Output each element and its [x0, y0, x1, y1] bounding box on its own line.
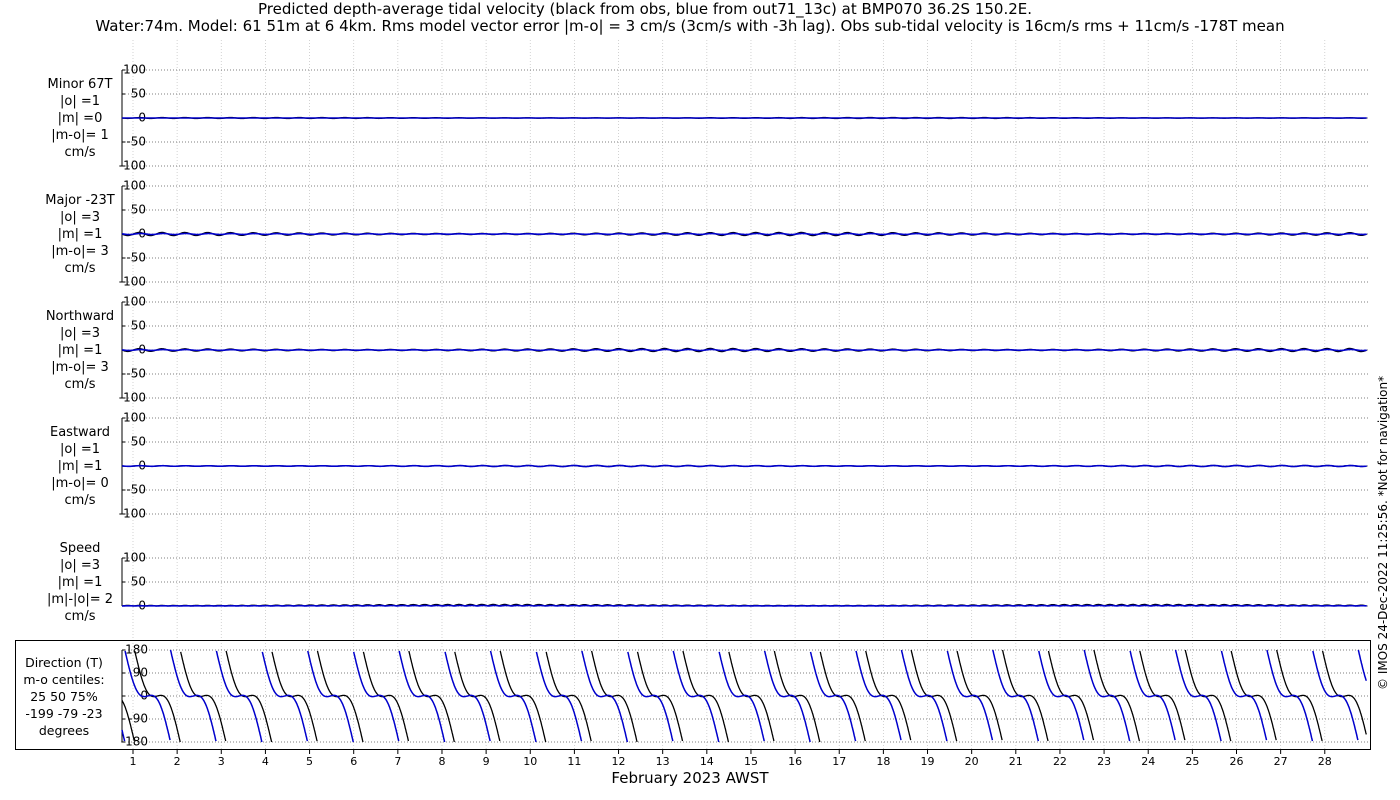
x-tick-label: 20 [965, 755, 979, 768]
x-tick-label: 8 [438, 755, 445, 768]
x-tick-label: 14 [700, 755, 714, 768]
model-series-line [121, 604, 1367, 607]
x-tick-label: 16 [788, 755, 802, 768]
x-tick-label: 10 [523, 755, 537, 768]
y-tick-label: -50 [126, 483, 146, 497]
model-series-line [121, 464, 1367, 468]
x-tick-label: 9 [483, 755, 490, 768]
x-tick-label: 18 [876, 755, 890, 768]
x-tick-label: 25 [1185, 755, 1199, 768]
y-tick-label: -50 [126, 251, 146, 265]
y-tick-label: -100 [119, 275, 146, 289]
y-tick-label: 50 [131, 319, 146, 333]
x-tick-label: 5 [306, 755, 313, 768]
x-tick-label: 6 [350, 755, 357, 768]
x-tick-label: 17 [832, 755, 846, 768]
x-tick-label: 12 [612, 755, 626, 768]
y-tick-label: 50 [131, 575, 146, 589]
x-tick-label: 13 [656, 755, 670, 768]
y-tick-label: 50 [131, 435, 146, 449]
x-tick-label: 15 [744, 755, 758, 768]
x-axis-label: February 2023 AWST [611, 769, 769, 787]
y-tick-label: 100 [123, 295, 146, 309]
y-tick-label: 50 [131, 87, 146, 101]
y-tick-label: -100 [119, 159, 146, 173]
y-tick-label: -180 [121, 735, 148, 749]
x-tick-label: 19 [921, 755, 935, 768]
y-tick-label: 100 [123, 411, 146, 425]
x-tick-label: 22 [1053, 755, 1067, 768]
copyright-notice: © IMOS 24-Dec-2022 11:25:56. *Not for na… [1376, 375, 1390, 690]
x-tick-label: 11 [567, 755, 581, 768]
y-tick-label: 100 [123, 63, 146, 77]
y-tick-label: 100 [123, 551, 146, 565]
tidal-velocity-chart: 1 2 3 4 5 6 7 8 9 10 11 12 13 14 15 16 17 18 19 20 21 22 23 24 2… [119, 40, 1370, 768]
x-tick-label: 28 [1318, 755, 1332, 768]
x-tick-label: 24 [1141, 755, 1155, 768]
x-tick-label: 4 [262, 755, 269, 768]
x-tick-label: 3 [218, 755, 225, 768]
y-tick-label: -100 [119, 391, 146, 405]
model-series-line [121, 348, 1367, 352]
y-tick-label: -100 [119, 507, 146, 521]
y-tick-label: 100 [123, 179, 146, 193]
y-tick-label: -50 [126, 367, 146, 381]
x-tick-label: 7 [394, 755, 401, 768]
x-tick-label: 26 [1230, 755, 1244, 768]
y-tick-label: -90 [128, 712, 148, 726]
x-tick-label: 1 [130, 755, 137, 768]
x-tick-label: 21 [1009, 755, 1023, 768]
y-tick-label: 50 [131, 203, 146, 217]
x-tick-label: 27 [1274, 755, 1288, 768]
y-tick-label: 180 [125, 643, 148, 657]
model-series-line [121, 232, 1367, 236]
x-tick-label: 23 [1097, 755, 1111, 768]
x-tick-label: 2 [174, 755, 181, 768]
y-tick-label: -50 [126, 135, 146, 149]
